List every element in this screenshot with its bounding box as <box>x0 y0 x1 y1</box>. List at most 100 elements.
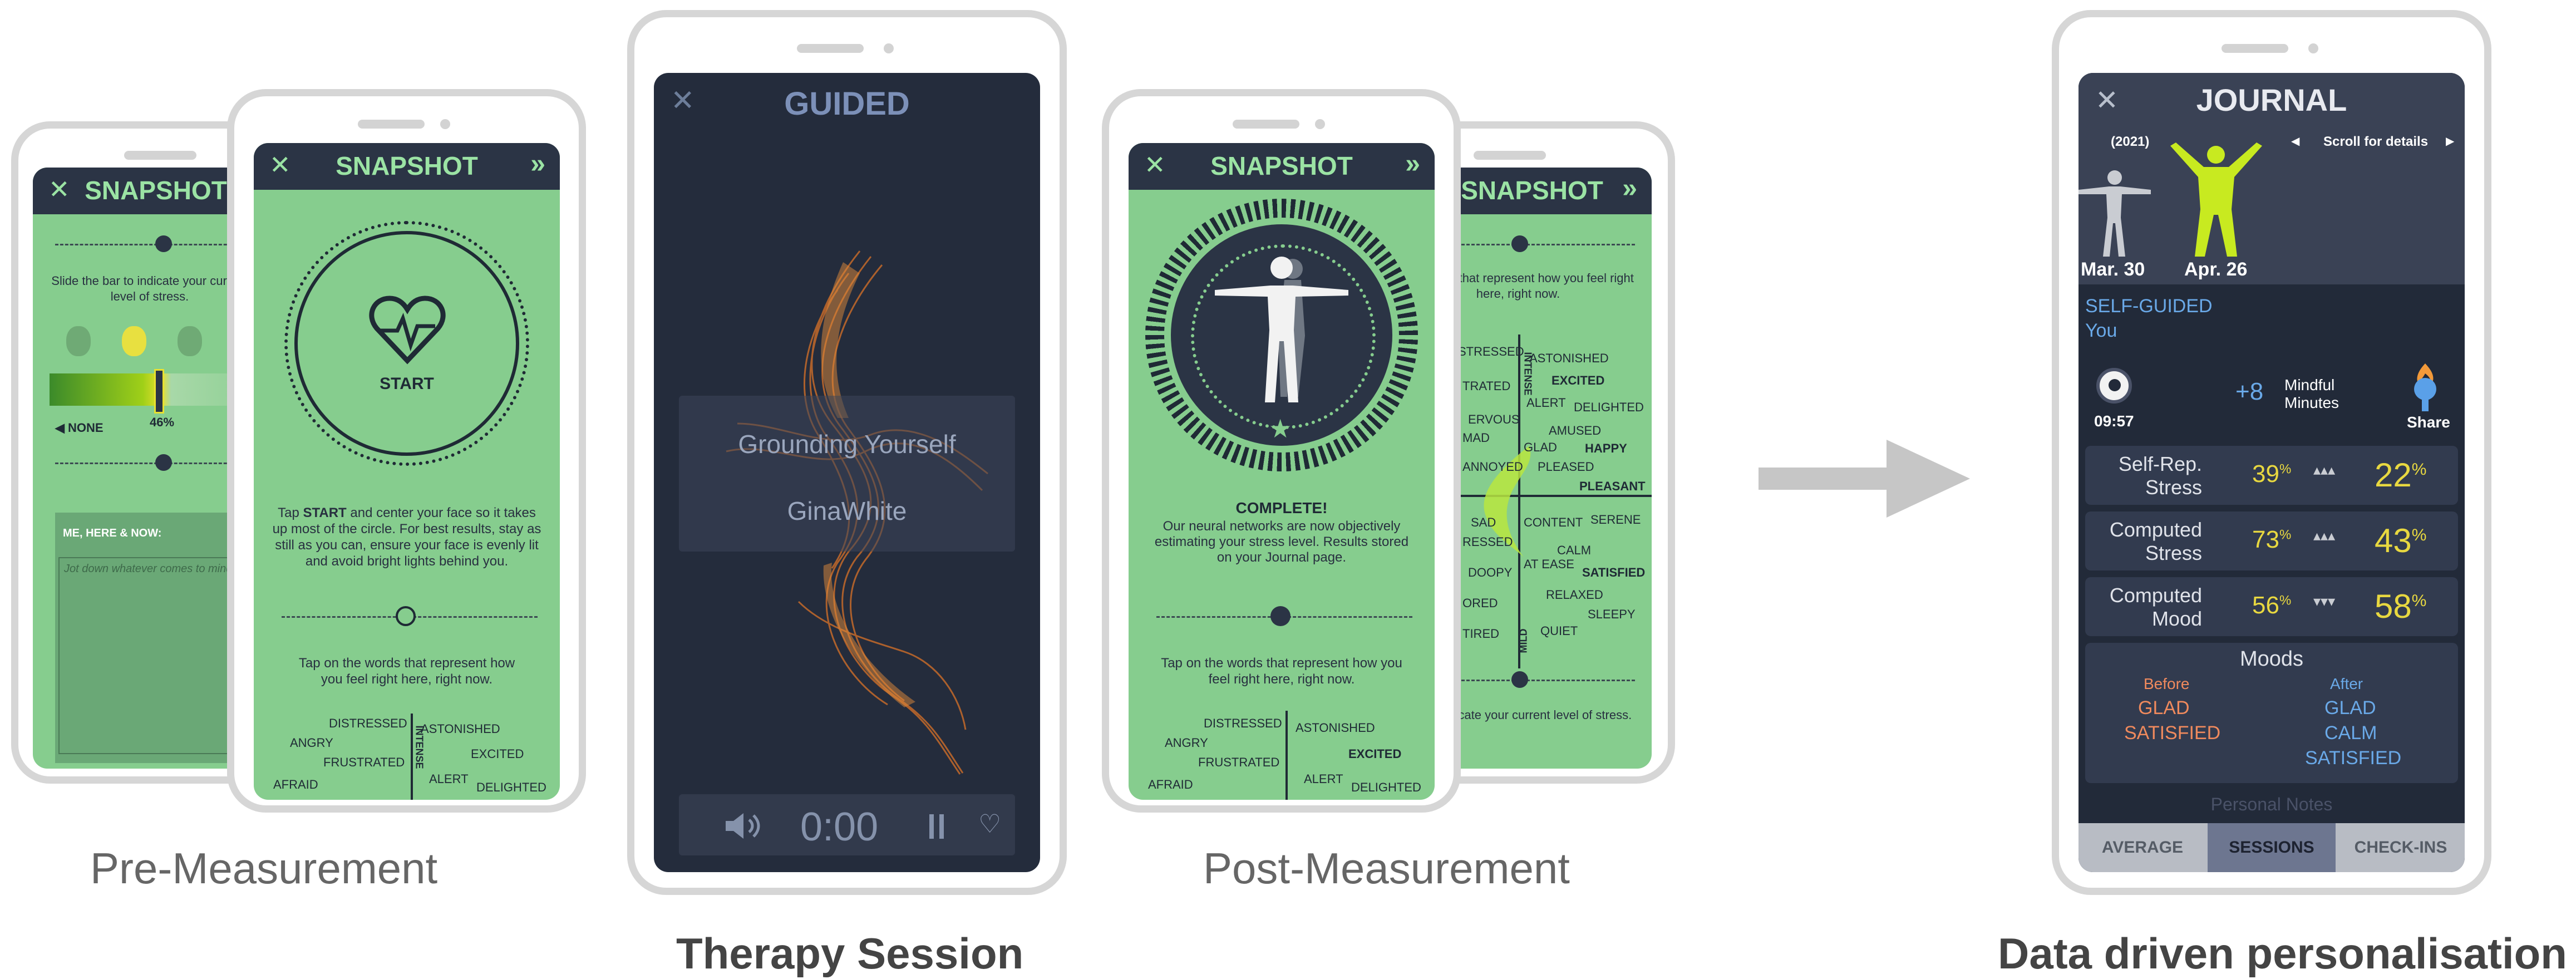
mindful-value: +8 <box>2235 378 2264 405</box>
journal-screen: ✕ JOURNAL (2021) ◀ Scroll for details ▶ … <box>2078 73 2465 872</box>
face-circle[interactable]: START <box>284 221 529 466</box>
mood-word[interactable]: PLEASED <box>1538 460 1594 474</box>
journal-header: ✕ JOURNAL <box>2078 73 2465 123</box>
pause-icon[interactable] <box>929 814 945 839</box>
heart-icon[interactable]: ♡ <box>978 809 1001 839</box>
slider-handle[interactable] <box>154 369 164 414</box>
mood-word[interactable]: DISTRESSED <box>1204 716 1282 731</box>
mood-word[interactable]: ANGRY <box>1165 736 1208 750</box>
phone-speaker <box>2222 44 2288 53</box>
tab-check-ins[interactable]: CHECK-INS <box>2337 823 2465 872</box>
check-marker-icon[interactable] <box>155 454 172 471</box>
mood-word[interactable]: AFRAID <box>1148 778 1193 792</box>
mood-word[interactable]: SATISFIED <box>1582 565 1645 580</box>
heart-pulse-icon <box>369 296 446 365</box>
forward-chevron-icon[interactable]: » <box>1405 149 1420 179</box>
forward-chevron-icon[interactable]: » <box>530 149 545 179</box>
mood-word[interactable]: ANNOYED <box>1462 460 1523 474</box>
snapshot-title: SNAPSHOT <box>336 151 478 180</box>
metric-after: 58% <box>2375 588 2427 625</box>
mood-word[interactable]: DISTRESSED <box>329 716 407 731</box>
mood-word[interactable]: QUIET <box>1540 624 1578 638</box>
timeline-panel: (2021) ◀ Scroll for details ▶ Mar. 30 Ap… <box>2078 123 2465 284</box>
mood-word[interactable]: TRATED <box>1462 379 1510 393</box>
body-figure-apr26[interactable] <box>2165 142 2268 257</box>
mood-word[interactable]: MAD <box>1462 431 1490 445</box>
mood-word[interactable]: SERENE <box>1590 513 1641 527</box>
volume-icon[interactable] <box>723 811 762 841</box>
session-duration: 09:57 <box>2094 412 2134 430</box>
mood-word[interactable]: AMUSED <box>1549 424 1601 438</box>
session-user: You <box>2085 320 2117 341</box>
slider-hint: Slide the bar to indicate your current l… <box>51 274 248 303</box>
mood-word[interactable]: RESSED <box>1462 535 1513 549</box>
trend-down-icon: ▴▴▴ <box>2313 461 2336 478</box>
mood-word[interactable]: FRUSTRATED <box>323 755 405 770</box>
share-label[interactable]: Share <box>2407 414 2450 431</box>
scroll-right-icon[interactable]: ▶ <box>2446 134 2454 148</box>
check-marker-icon[interactable] <box>1511 671 1528 688</box>
forward-chevron-icon[interactable]: » <box>1622 173 1637 204</box>
slider-knob[interactable] <box>396 606 416 626</box>
words-hint: Tap on the words that represent how you … <box>1161 656 1402 687</box>
mood-word[interactable]: SAD <box>1471 515 1496 530</box>
metric-before: 56% <box>2252 592 2292 619</box>
percent-label: 46% <box>150 415 175 429</box>
mood-word[interactable]: ERVOUS <box>1468 412 1520 427</box>
scroll-left-icon[interactable]: ◀ <box>2291 134 2299 148</box>
mood-after: SATISFIED <box>2305 747 2402 769</box>
mood-word[interactable]: DELIGHTED <box>476 780 546 795</box>
mood-word[interactable]: AT EASE <box>1524 557 1574 572</box>
date-mar30[interactable]: Mar. 30 <box>2081 259 2145 281</box>
mood-word[interactable]: ALERT <box>1304 772 1343 786</box>
tab-average[interactable]: AVERAGE <box>2078 823 2206 872</box>
mood-word[interactable]: ALERT <box>1526 396 1566 410</box>
date-apr26[interactable]: Apr. 26 <box>2184 259 2247 281</box>
mood-word[interactable]: EXCITED <box>471 747 524 761</box>
mood-word[interactable]: DELIGHTED <box>1351 780 1421 795</box>
phone-speaker <box>1233 120 1299 129</box>
moods-title: Moods <box>2239 647 2304 671</box>
face-icon-1 <box>66 326 91 356</box>
mood-word[interactable]: PLEASANT <box>1579 479 1646 494</box>
check-marker-icon[interactable] <box>155 235 172 252</box>
mood-word[interactable]: FRUSTRATED <box>1198 755 1279 770</box>
check-marker-icon[interactable] <box>1270 606 1291 626</box>
face-icon-selected[interactable] <box>122 326 146 356</box>
start-label[interactable]: START <box>288 375 526 393</box>
mood-word[interactable]: DOOPY <box>1468 565 1512 580</box>
body-figure-mar30[interactable] <box>2078 168 2151 257</box>
mood-word[interactable]: ORED <box>1462 596 1498 611</box>
metric-computed-stress: Computed Stress 73% ▴▴▴ 43% <box>2085 511 2458 570</box>
start-instruction: Tap START and center your face so it tak… <box>272 505 541 569</box>
guided-screen: ✕ GUIDED Grounding Yourself GinaWhite 0:… <box>654 73 1040 872</box>
mood-word[interactable]: RELAXED <box>1546 588 1603 602</box>
tab-sessions[interactable]: SESSIONS <box>2208 823 2336 872</box>
mood-after: CALM <box>2324 722 2377 744</box>
mood-word[interactable]: CONTENT <box>1524 515 1583 530</box>
mood-word[interactable]: AFRAID <box>273 778 318 792</box>
mood-word[interactable]: HAPPY <box>1585 441 1627 456</box>
mood-word[interactable]: ASTONISHED <box>421 722 500 736</box>
after-label: After <box>2330 675 2363 692</box>
metric-before: 73% <box>2252 526 2292 553</box>
guided-phone: ✕ GUIDED Grounding Yourself GinaWhite 0:… <box>627 10 1067 895</box>
mood-word[interactable]: DELIGHTED <box>1574 400 1644 415</box>
mood-word[interactable]: ANGRY <box>290 736 333 750</box>
trend-down-icon: ▴▴▴ <box>2313 527 2336 544</box>
metric-computed-mood: Computed Mood 56% ▾▾▾ 58% <box>2085 577 2458 636</box>
mood-word[interactable]: ASTONISHED <box>1529 351 1609 366</box>
mood-word[interactable]: GLAD <box>1524 440 1557 455</box>
mood-word[interactable]: TIRED <box>1462 627 1499 641</box>
check-marker-icon[interactable] <box>1511 235 1528 252</box>
mood-word[interactable]: EXCITED <box>1348 747 1401 761</box>
mood-word[interactable]: ASTONISHED <box>1296 721 1375 735</box>
personal-notes-label[interactable]: Personal Notes <box>2078 794 2465 815</box>
mood-word[interactable]: ALERT <box>429 772 469 786</box>
torch-share-icon[interactable] <box>2406 362 2445 412</box>
tab-bar: AVERAGE SESSIONS CHECK-INS <box>2078 823 2465 872</box>
mood-word[interactable]: SLEEPY <box>1588 607 1636 622</box>
mood-word[interactable]: CALM <box>1557 543 1591 558</box>
snapshot-header: ✕ SNAPSHOT » <box>1129 143 1435 190</box>
mood-word[interactable]: EXCITED <box>1551 373 1604 388</box>
